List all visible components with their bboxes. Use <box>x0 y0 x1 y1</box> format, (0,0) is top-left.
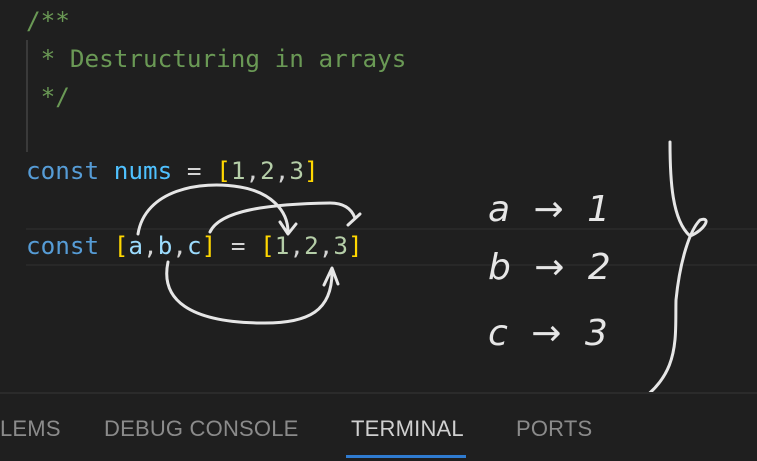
tab-terminal[interactable]: TERMINAL <box>351 416 464 442</box>
tab-debug-console[interactable]: DEBUG CONSOLE <box>104 416 299 442</box>
handwritten-note-c: c → 3 <box>488 313 614 354</box>
handwritten-arrows <box>136 140 708 412</box>
hand-brace <box>623 140 708 412</box>
code-editor[interactable]: /** * Destructuring in arrays */ const n… <box>0 0 757 412</box>
active-tab-indicator <box>346 455 466 458</box>
bottom-panel: LEMS DEBUG CONSOLE TERMINAL PORTS <box>0 392 757 461</box>
arrow-b-to-3 <box>165 260 340 325</box>
handwritten-note-a: a → 1 <box>488 189 617 230</box>
handwritten-note-b: b → 2 <box>488 247 617 288</box>
tab-ports[interactable]: PORTS <box>516 416 592 442</box>
arrow-a-to-1 <box>136 183 298 236</box>
tab-problems[interactable]: LEMS <box>0 416 61 442</box>
